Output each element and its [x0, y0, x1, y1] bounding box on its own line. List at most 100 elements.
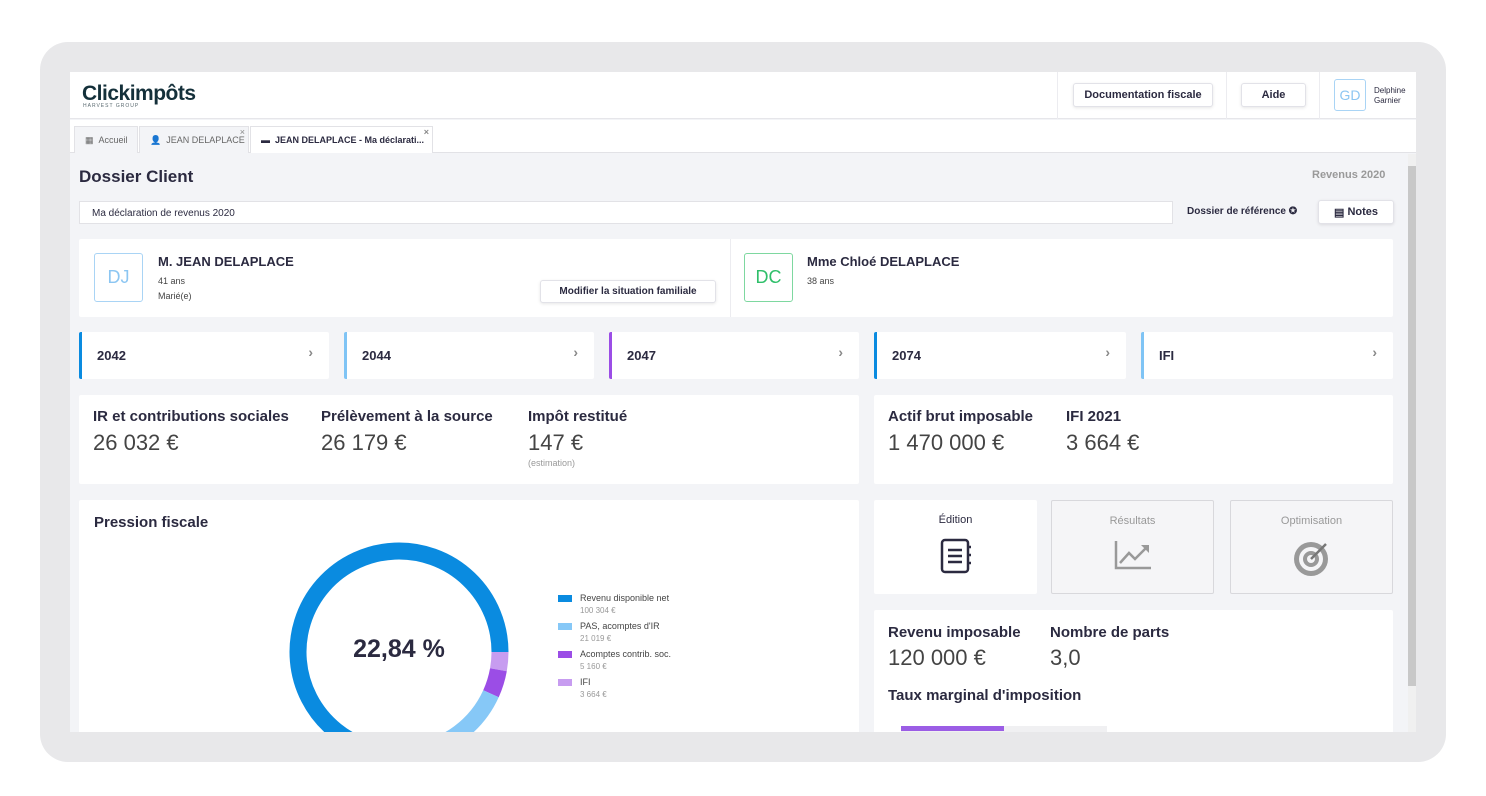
- pas-label: Prélèvement à la source: [321, 408, 493, 425]
- mode-label: Optimisation: [1280, 515, 1343, 527]
- spouse-age: 38 ans: [807, 276, 835, 286]
- form-2[interactable]: 2047 ›: [609, 332, 859, 379]
- tmi-label: Taux marginal d'imposition: [888, 687, 1082, 704]
- legend-label: Revenu disponible net: [580, 593, 670, 603]
- asset-value: 1 470 000 €: [888, 430, 1005, 455]
- scrollbar[interactable]: [1408, 154, 1416, 732]
- mode-label: Édition: [938, 514, 973, 526]
- legend-value: 21 019 €: [580, 634, 612, 643]
- user-avatar[interactable]: GD: [1334, 79, 1366, 111]
- chart-line-icon: [1113, 539, 1153, 574]
- donut-slice-1: [445, 690, 499, 732]
- form-label: 2074: [892, 348, 921, 363]
- mode-label: Résultats: [1109, 515, 1156, 527]
- ifi-label: IFI 2021: [1066, 408, 1122, 425]
- mode-1[interactable]: Résultats: [1051, 500, 1214, 594]
- notebook-icon: [939, 538, 973, 577]
- parts-label: Nombre de parts: [1050, 624, 1170, 641]
- modify-family-button[interactable]: Modifier la situation familiale: [540, 280, 716, 303]
- revenu-label: Revenu imposable: [888, 624, 1021, 641]
- form-label: 2044: [362, 348, 391, 363]
- tab-label: JEAN DELAPLACE: [166, 135, 245, 145]
- legend-swatch: [558, 679, 572, 686]
- spouse-name: Mme Chloé DELAPLACE: [807, 254, 960, 269]
- folder-icon: ▬: [261, 135, 270, 145]
- user-last-name: Garnier: [1374, 96, 1401, 105]
- legend-item: Acomptes contrib. soc. 5 160 €: [558, 649, 671, 671]
- divider: [730, 239, 731, 317]
- form-label: 2042: [97, 348, 126, 363]
- declaration-name-input[interactable]: Ma déclaration de revenus 2020: [79, 201, 1173, 224]
- award-icon: ✪: [1288, 206, 1298, 217]
- documentation-button[interactable]: Documentation fiscale: [1073, 83, 1213, 107]
- chart-title: Pression fiscale: [94, 514, 209, 531]
- tmi-bar: [901, 726, 1107, 732]
- person-avatar: DJ: [94, 253, 143, 302]
- tmi-bar-fill: [901, 726, 1004, 731]
- legend-item: PAS, acomptes d'IR 21 019 €: [558, 621, 671, 643]
- form-label: 2047: [627, 348, 656, 363]
- ifi-value: 3 664 €: [1066, 430, 1140, 455]
- form-3[interactable]: 2074 ›: [874, 332, 1126, 379]
- revenu-value: 120 000 €: [888, 645, 986, 670]
- legend-item: Revenu disponible net 100 304 €: [558, 593, 671, 615]
- scrollbar-thumb[interactable]: [1408, 166, 1416, 686]
- divider: [1319, 72, 1320, 119]
- legend-value: 5 160 €: [580, 662, 607, 671]
- help-button[interactable]: Aide: [1241, 83, 1306, 107]
- notes-button[interactable]: ▤ Notes: [1318, 200, 1394, 224]
- tab-bar: ▦ Accueil 👤 JEAN DELAPLACE × ▬ JEAN DELAPLAC…: [70, 120, 1416, 153]
- legend-value: 100 304 €: [580, 606, 616, 615]
- user-name: Delphine Garnier: [1374, 86, 1406, 106]
- tax-summary-card: IR et contributions sociales 26 032 € Pr…: [79, 395, 859, 484]
- home-grid-icon: ▦: [85, 134, 94, 145]
- user-first-name: Delphine: [1374, 86, 1406, 95]
- chevron-right-icon: ›: [308, 344, 313, 360]
- form-0[interactable]: 2042 ›: [79, 332, 329, 379]
- form-4[interactable]: IFI ›: [1141, 332, 1393, 379]
- logo-subtitle: HARVEST GROUP: [83, 103, 140, 109]
- user-icon: 👤: [150, 134, 162, 145]
- legend-swatch: [558, 595, 572, 602]
- chart-legend: Revenu disponible net 100 304 € PAS, acomp…: [558, 593, 671, 705]
- center-label: 22,84 %: [353, 635, 445, 663]
- tab-accueil[interactable]: ▦ Accueil: [74, 126, 138, 153]
- donut-slice-2: [483, 668, 507, 698]
- divider: [1057, 72, 1058, 119]
- pression-card: Pression fiscale 22,84 % Revenu disponib…: [79, 500, 859, 732]
- ir-label: IR et contributions sociales: [93, 408, 289, 425]
- notes-label: Notes: [1347, 206, 1379, 218]
- tab-declaration[interactable]: ▬ JEAN DELAPLACE - Ma déclarati... ×: [250, 126, 433, 153]
- tab-client[interactable]: 👤 JEAN DELAPLACE ×: [139, 126, 249, 153]
- ir-value: 26 032 €: [93, 430, 179, 455]
- notes-icon: ▤: [1333, 206, 1345, 219]
- legend-label: PAS, acomptes d'IR: [580, 621, 660, 631]
- refund-note: (estimation): [528, 458, 576, 468]
- target-icon: [1292, 539, 1332, 580]
- legend-label: Acomptes contrib. soc.: [580, 649, 672, 659]
- mode-2[interactable]: Optimisation: [1230, 500, 1393, 594]
- ifi-card: Actif brut imposable 1 470 000 € IFI 202…: [874, 395, 1393, 484]
- form-label: IFI: [1159, 348, 1175, 363]
- legend-swatch: [558, 651, 572, 658]
- year-label: Revenus 2020: [1312, 169, 1386, 181]
- chevron-right-icon: ›: [838, 344, 843, 360]
- app-window: Clickimpôts HARVEST GROUP Documentation …: [70, 72, 1416, 732]
- reference-label: Dossier de référence: [1187, 206, 1286, 217]
- spouse-avatar: DC: [744, 253, 793, 302]
- close-icon[interactable]: ×: [240, 127, 245, 137]
- asset-label: Actif brut imposable: [888, 408, 1034, 425]
- mode-0[interactable]: Édition: [874, 500, 1037, 594]
- tab-label: JEAN DELAPLACE - Ma déclarati...: [275, 135, 425, 145]
- page-title: Dossier Client: [79, 167, 194, 186]
- form-1[interactable]: 2044 ›: [344, 332, 594, 379]
- chevron-right-icon: ›: [1372, 344, 1377, 360]
- legend-item: IFI 3 664 €: [558, 677, 671, 699]
- family-card: DJ M. JEAN DELAPLACE 41 ans Marié(e) Mod…: [79, 239, 1393, 317]
- person-age: 41 ans: [158, 276, 186, 286]
- close-icon[interactable]: ×: [424, 127, 429, 137]
- person-status: Marié(e): [158, 291, 192, 301]
- chevron-right-icon: ›: [573, 344, 578, 360]
- reference-toggle[interactable]: Dossier de référence ✪: [1187, 206, 1297, 217]
- legend-label: IFI: [580, 677, 591, 687]
